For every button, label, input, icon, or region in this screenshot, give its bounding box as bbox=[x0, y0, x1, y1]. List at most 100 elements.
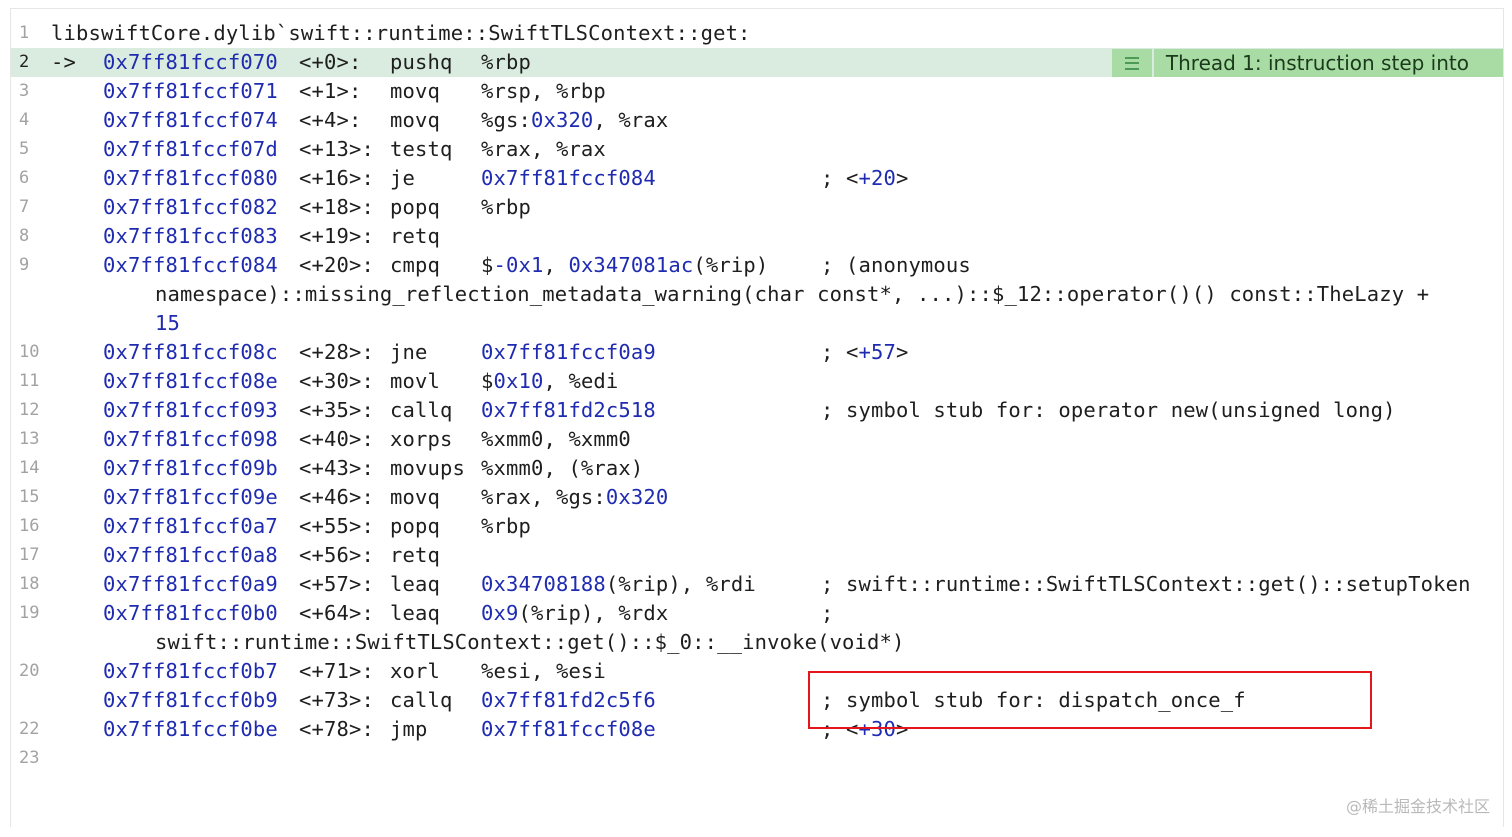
hex-literal: 0x7ff81fccf08e bbox=[481, 717, 656, 741]
instruction-address: 0x7ff81fccf0b0 bbox=[103, 601, 278, 625]
instruction-address: 0x7ff81fccf0a7 bbox=[103, 514, 278, 538]
line-number: 1 bbox=[19, 23, 30, 43]
instruction-operands: 0x7ff81fccf0a9 bbox=[481, 338, 656, 367]
operand-text: ; < bbox=[821, 340, 859, 364]
operand-text: ; bbox=[821, 601, 834, 625]
hex-literal: 0x7ff81fccf084 bbox=[481, 166, 656, 190]
instruction-operands: %gs:0x320, %rax bbox=[481, 106, 668, 135]
instruction-offset: <+0>: bbox=[299, 50, 362, 74]
instruction-line[interactable]: 11 0x7ff81fccf08e <+30>: movl $0x10, %edi bbox=[11, 367, 1503, 396]
instruction-offset: <+43>: bbox=[299, 456, 374, 480]
instruction-offset: <+55>: bbox=[299, 514, 374, 538]
instruction-operands: 0x7ff81fccf08e bbox=[481, 715, 656, 744]
instruction-line[interactable]: 16 0x7ff81fccf0a7 <+55>: popq %rbp bbox=[11, 512, 1503, 541]
instruction-line[interactable]: 6 0x7ff81fccf080 <+16>: je 0x7ff81fccf084 ; <… bbox=[11, 164, 1503, 193]
instruction-offset: <+56>: bbox=[299, 543, 374, 567]
instruction-line[interactable]: 9 0x7ff81fccf084 <+20>: cmpq $-0x1, 0x347081… bbox=[11, 251, 1503, 280]
instruction-address: 0x7ff81fccf0a9 bbox=[103, 572, 278, 596]
line-number: 17 bbox=[19, 545, 40, 565]
operand-text: > bbox=[895, 340, 909, 364]
hex-literal: 15 bbox=[155, 311, 180, 335]
instruction-line[interactable]: 13 0x7ff81fccf098 <+40>: xorps %xmm0, %xmm0 bbox=[11, 425, 1503, 454]
instruction-mnemonic: movq bbox=[390, 108, 440, 132]
instruction-mnemonic: leaq bbox=[390, 601, 440, 625]
instruction-address: 0x7ff81fccf0be bbox=[103, 717, 278, 741]
instruction-offset: <+13>: bbox=[299, 137, 374, 161]
line-number: 19 bbox=[19, 603, 40, 623]
instruction-operands: 0x7ff81fccf084 bbox=[481, 164, 656, 193]
line-number: 16 bbox=[19, 516, 40, 536]
instruction-mnemonic: callq bbox=[390, 688, 453, 712]
instruction-mnemonic: leaq bbox=[390, 572, 440, 596]
operand-text: %rsp, %rbp bbox=[481, 79, 606, 103]
instruction-line[interactable]: 10 0x7ff81fccf08c <+28>: jne 0x7ff81fccf0a9;… bbox=[11, 338, 1503, 367]
disassembly-editor[interactable]: 1 libswiftCore.dylib`swift::runtime::Swi… bbox=[10, 8, 1504, 827]
instruction-line[interactable]: 5 0x7ff81fccf07d <+13>: testq %rax, %rax bbox=[11, 135, 1503, 164]
instruction-operands: %rbp bbox=[481, 48, 531, 77]
hex-literal: -0x1 bbox=[493, 253, 544, 277]
instruction-operands: 0x9(%rip), %rdx bbox=[481, 599, 668, 628]
instruction-address: 0x7ff81fccf098 bbox=[103, 427, 278, 451]
instruction-comment: ; <+30> bbox=[821, 715, 908, 744]
instruction-mnemonic: je bbox=[390, 166, 415, 190]
instruction-address: 0x7ff81fccf070 bbox=[103, 50, 278, 74]
instruction-operands: $0x10, %edi bbox=[481, 367, 618, 396]
instruction-mnemonic: popq bbox=[390, 514, 440, 538]
operand-text: (%rip) bbox=[693, 253, 769, 277]
symbol-name: libswiftCore.dylib`swift::runtime::Swift… bbox=[51, 21, 751, 45]
empty-line[interactable]: 23 bbox=[11, 744, 1503, 773]
instruction-address: 0x7ff81fccf083 bbox=[103, 224, 278, 248]
instruction-line[interactable]: 19 0x7ff81fccf0b0 <+64>: leaq 0x9(%rip), %rd… bbox=[11, 599, 1503, 628]
instruction-line[interactable]: 3 0x7ff81fccf071 <+1>: movq %rsp, %rbp bbox=[11, 77, 1503, 106]
instruction-line[interactable]: 18 0x7ff81fccf0a9 <+57>: leaq 0x34708188(%ri… bbox=[11, 570, 1503, 599]
instruction-line[interactable]: 4 0x7ff81fccf074 <+4>: movq %gs:0x320, %rax bbox=[11, 106, 1503, 135]
comment-continuation: swift::runtime::SwiftTLSContext::get()::… bbox=[155, 628, 905, 657]
line-number: 23 bbox=[19, 748, 40, 768]
instruction-offset: <+46>: bbox=[299, 485, 374, 509]
instruction-line[interactable]: 15 0x7ff81fccf09e <+46>: movq %rax, %gs:0x32… bbox=[11, 483, 1503, 512]
instruction-line[interactable]: 7 0x7ff81fccf082 <+18>: popq %rbp bbox=[11, 193, 1503, 222]
hex-literal: 0x320 bbox=[605, 485, 669, 509]
instruction-operands: %rax, %rax bbox=[481, 135, 606, 164]
instruction-comment: ; <+57> bbox=[821, 338, 908, 367]
instruction-address: 0x7ff81fccf07d bbox=[103, 137, 278, 161]
line-number bbox=[11, 686, 43, 715]
operand-text: %xmm0, (%rax) bbox=[481, 456, 644, 480]
instruction-mnemonic: movups bbox=[390, 456, 465, 480]
instruction-offset: <+71>: bbox=[299, 659, 374, 683]
thread-status-badge[interactable]: Thread 1: instruction step into bbox=[1111, 49, 1503, 77]
operand-text: namespace)::missing_reflection_metadata_… bbox=[155, 282, 1430, 306]
line-number: 13 bbox=[19, 429, 40, 449]
instruction-operands: %rsp, %rbp bbox=[481, 77, 606, 106]
instruction-address: 0x7ff81fccf0b9 bbox=[103, 688, 278, 712]
operand-text: > bbox=[895, 166, 909, 190]
instruction-line[interactable]: 8 0x7ff81fccf083 <+19>: retq bbox=[11, 222, 1503, 251]
instruction-offset: <+73>: bbox=[299, 688, 374, 712]
instruction-address: 0x7ff81fccf09e bbox=[103, 485, 278, 509]
instruction-line[interactable]: 20 0x7ff81fccf0b7 <+71>: xorl %esi, %esi bbox=[11, 657, 1503, 686]
instruction-offset: <+35>: bbox=[299, 398, 374, 422]
line-number: 9 bbox=[19, 255, 30, 275]
hex-literal: +20 bbox=[858, 166, 896, 190]
instruction-offset: <+28>: bbox=[299, 340, 374, 364]
line-number: 4 bbox=[19, 110, 30, 130]
operand-text: %rbp bbox=[481, 50, 531, 74]
list-icon[interactable] bbox=[1111, 49, 1152, 77]
hex-literal: 0x347081ac bbox=[568, 253, 694, 277]
operand-text: ; symbol stub for: operator new(unsigned… bbox=[821, 398, 1396, 422]
instruction-line[interactable]: 14 0x7ff81fccf09b <+43>: movups %xmm0, (%rax… bbox=[11, 454, 1503, 483]
instruction-line[interactable]: 17 0x7ff81fccf0a8 <+56>: retq bbox=[11, 541, 1503, 570]
instruction-line[interactable]: 22 0x7ff81fccf0be <+78>: jmp 0x7ff81fccf08e;… bbox=[11, 715, 1503, 744]
instruction-operands: $-0x1, 0x347081ac(%rip) bbox=[481, 251, 768, 280]
line-number: 5 bbox=[19, 139, 30, 159]
instruction-line[interactable]: 12 0x7ff81fccf093 <+35>: callq 0x7ff81fd2c51… bbox=[11, 396, 1503, 425]
instruction-line[interactable]: 0x7ff81fccf0b9 <+73>: callq 0x7ff81fd2c5f6;… bbox=[11, 686, 1503, 715]
instruction-offset: <+64>: bbox=[299, 601, 374, 625]
instruction-offset: <+4>: bbox=[299, 108, 362, 132]
line-number: 12 bbox=[19, 400, 40, 420]
instruction-comment: ; symbol stub for: dispatch_once_f bbox=[821, 686, 1246, 715]
instruction-address: 0x7ff81fccf093 bbox=[103, 398, 278, 422]
instruction-offset: <+30>: bbox=[299, 369, 374, 393]
instruction-comment: ; <+20> bbox=[821, 164, 908, 193]
instruction-mnemonic: popq bbox=[390, 195, 440, 219]
